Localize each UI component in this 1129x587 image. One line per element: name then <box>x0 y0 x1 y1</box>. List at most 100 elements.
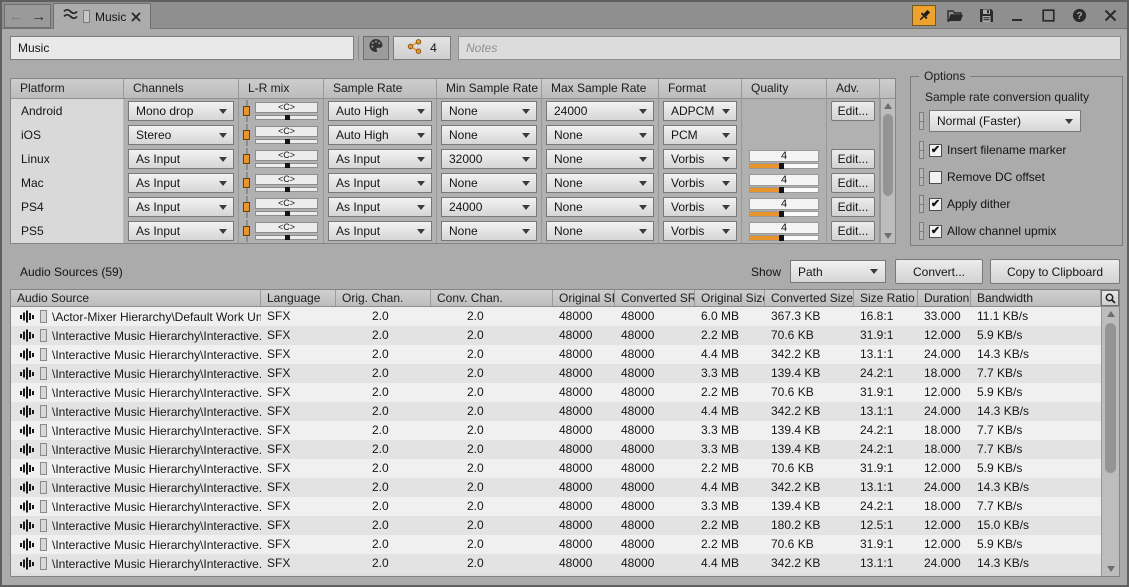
slider-handle[interactable] <box>285 163 290 168</box>
edit-advanced-button[interactable]: Edit... <box>831 101 875 121</box>
audio-source-row[interactable]: \Interactive Music Hierarchy\Interactive… <box>11 459 1101 478</box>
slider-track[interactable] <box>749 163 819 169</box>
edit-advanced-button[interactable]: Edit... <box>831 197 875 217</box>
format-dropdown[interactable]: PCM <box>663 125 737 145</box>
edit-advanced-button[interactable]: Edit... <box>831 221 875 241</box>
audio-source-row[interactable]: \Interactive Music Hierarchy\Interactive… <box>11 554 1101 573</box>
column-header-language[interactable]: Language <box>261 290 336 306</box>
edit-advanced-button[interactable]: Edit... <box>831 173 875 193</box>
slider-track[interactable] <box>255 187 318 192</box>
channels-dropdown[interactable]: As Input <box>128 221 234 241</box>
tab-music[interactable]: Music <box>53 3 151 29</box>
lr-balance-slider[interactable] <box>243 148 251 170</box>
slider-handle[interactable] <box>779 163 784 169</box>
convert-button[interactable]: Convert... <box>895 259 983 284</box>
audio-source-row[interactable]: \Interactive Music Hierarchy\Interactive… <box>11 421 1101 440</box>
channels-dropdown[interactable]: As Input <box>128 173 234 193</box>
sample-rate-dropdown[interactable]: Auto High <box>328 125 432 145</box>
max-sample-rate-dropdown[interactable]: None <box>546 221 654 241</box>
slider-track[interactable] <box>749 235 819 241</box>
column-header-duration[interactable]: Duration <box>918 290 971 306</box>
checkbox-apply-dither[interactable]: ✔ <box>929 198 942 211</box>
max-sample-rate-dropdown[interactable]: None <box>546 173 654 193</box>
slider-handle[interactable] <box>285 187 290 192</box>
back-arrow-icon[interactable]: ← <box>9 9 24 24</box>
scroll-up-icon[interactable] <box>1102 307 1119 321</box>
format-dropdown[interactable]: Vorbis <box>663 221 737 241</box>
minimize-icon[interactable] <box>1005 5 1029 26</box>
audio-source-row[interactable]: \Interactive Music Hierarchy\Interactive… <box>11 383 1101 402</box>
show-dropdown[interactable]: Path <box>790 260 886 283</box>
slider-handle[interactable] <box>243 202 250 212</box>
slider-track[interactable] <box>749 211 819 217</box>
slider-handle[interactable] <box>243 226 250 236</box>
lr-balance-slider[interactable] <box>243 172 251 194</box>
column-header-conv-chan[interactable]: Conv. Chan. <box>431 290 553 306</box>
channels-dropdown[interactable]: Stereo <box>128 125 234 145</box>
slider-handle[interactable] <box>285 211 290 216</box>
min-sample-rate-dropdown[interactable]: None <box>441 125 537 145</box>
tab-close-icon[interactable] <box>131 12 141 22</box>
lr-balance-slider[interactable] <box>243 196 251 218</box>
sample-rate-dropdown[interactable]: As Input <box>328 149 432 169</box>
audio-sources-scrollbar[interactable] <box>1101 307 1119 576</box>
column-header-orig-chan[interactable]: Orig. Chan. <box>336 290 431 306</box>
lr-mix-slider[interactable]: <C> <box>255 126 318 144</box>
format-dropdown[interactable]: Vorbis <box>663 197 737 217</box>
audio-source-row[interactable]: \Interactive Music Hierarchy\Interactive… <box>11 402 1101 421</box>
lr-balance-slider[interactable] <box>243 124 251 146</box>
slider-handle[interactable] <box>243 130 250 140</box>
audio-source-row[interactable]: \Interactive Music Hierarchy\Interactive… <box>11 364 1101 383</box>
lr-mix-slider[interactable]: <C> <box>255 174 318 192</box>
notes-input[interactable]: Notes <box>458 36 1121 60</box>
channels-dropdown[interactable]: As Input <box>128 149 234 169</box>
quality-slider[interactable]: 4 <box>749 198 819 217</box>
slider-handle[interactable] <box>285 235 290 240</box>
name-input[interactable]: Music <box>10 36 354 60</box>
shareset-usage-button[interactable]: 4 <box>393 36 451 60</box>
lr-balance-slider[interactable] <box>243 100 251 122</box>
channels-dropdown[interactable]: Mono drop <box>128 101 234 121</box>
min-sample-rate-dropdown[interactable]: None <box>441 101 537 121</box>
sample-rate-dropdown[interactable]: Auto High <box>328 101 432 121</box>
sample-rate-dropdown[interactable]: As Input <box>328 173 432 193</box>
search-button[interactable] <box>1101 290 1119 306</box>
slider-handle[interactable] <box>243 106 250 116</box>
slider-handle[interactable] <box>285 139 290 144</box>
slider-handle[interactable] <box>779 187 784 193</box>
slider-track[interactable] <box>255 163 318 168</box>
sample-rate-dropdown[interactable]: As Input <box>328 197 432 217</box>
save-icon[interactable] <box>974 5 998 26</box>
audio-source-row[interactable]: \Interactive Music Hierarchy\Interactive… <box>11 516 1101 535</box>
slider-handle[interactable] <box>779 235 784 241</box>
min-sample-rate-dropdown[interactable]: 24000 <box>441 197 537 217</box>
scroll-down-icon[interactable] <box>881 229 895 243</box>
quality-slider[interactable]: 4 <box>749 174 819 193</box>
quality-slider[interactable]: 4 <box>749 150 819 169</box>
slider-track[interactable] <box>255 139 318 144</box>
audio-source-row[interactable]: \Interactive Music Hierarchy\Interactive… <box>11 478 1101 497</box>
lr-balance-slider[interactable] <box>243 220 251 242</box>
slider-track[interactable] <box>749 187 819 193</box>
slider-handle[interactable] <box>779 211 784 217</box>
maximize-icon[interactable] <box>1036 5 1060 26</box>
open-folder-icon[interactable] <box>943 5 967 26</box>
slider-handle[interactable] <box>243 178 250 188</box>
scroll-up-icon[interactable] <box>881 99 895 113</box>
max-sample-rate-dropdown[interactable]: None <box>546 197 654 217</box>
slider-track[interactable] <box>255 115 318 120</box>
lr-mix-slider[interactable]: <C> <box>255 102 318 120</box>
audio-source-row[interactable]: \Actor-Mixer Hierarchy\Default Work Uni.… <box>11 307 1101 326</box>
help-icon[interactable]: ? <box>1067 5 1091 26</box>
pin-icon[interactable] <box>912 5 936 26</box>
format-dropdown[interactable]: Vorbis <box>663 173 737 193</box>
column-header-audio-source[interactable]: Audio Source <box>11 290 261 306</box>
column-header-original-size[interactable]: Original Size <box>695 290 765 306</box>
platform-grid-scrollbar[interactable] <box>880 99 895 243</box>
slider-handle[interactable] <box>243 154 250 164</box>
audio-source-row[interactable]: \Interactive Music Hierarchy\Interactive… <box>11 440 1101 459</box>
checkbox-remove-dc-offset[interactable] <box>929 171 942 184</box>
quality-slider[interactable]: 4 <box>749 222 819 241</box>
lr-mix-slider[interactable]: <C> <box>255 222 318 240</box>
min-sample-rate-dropdown[interactable]: None <box>441 173 537 193</box>
